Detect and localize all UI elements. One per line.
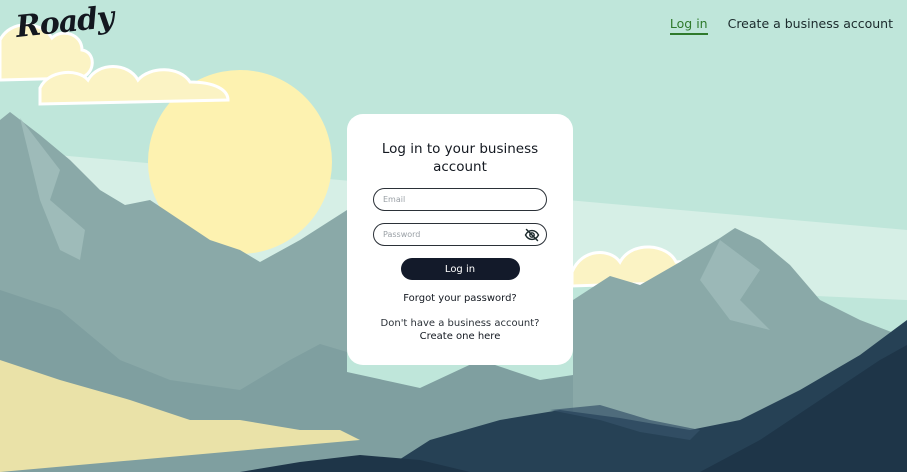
- email-field: [373, 188, 547, 211]
- password-input[interactable]: [374, 224, 546, 245]
- login-button[interactable]: Log in: [400, 258, 520, 280]
- password-field: [373, 223, 547, 246]
- eye-slash-icon[interactable]: [524, 227, 540, 243]
- top-nav: Log in Create a business account: [669, 16, 893, 35]
- create-account-link[interactable]: Create one here: [347, 330, 573, 343]
- email-input[interactable]: [374, 189, 546, 210]
- nav-create-account-link[interactable]: Create a business account: [728, 16, 893, 35]
- forgot-password-link[interactable]: Forgot your password?: [347, 293, 573, 304]
- login-card: Log in to your business account Log in F…: [347, 114, 573, 365]
- no-account-text: Don't have a business account?: [380, 318, 540, 329]
- nav-login-link[interactable]: Log in: [669, 16, 708, 35]
- login-card-title: Log in to your business account: [381, 141, 539, 175]
